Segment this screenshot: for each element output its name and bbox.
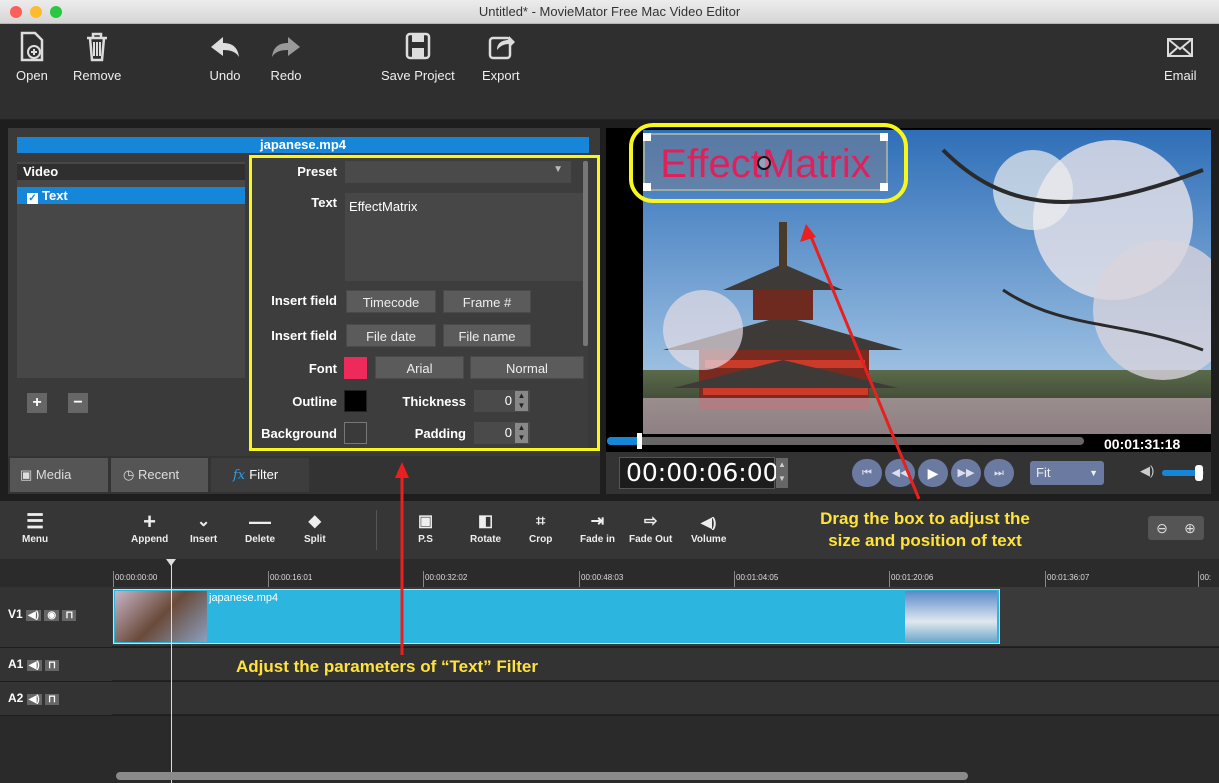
adjust-annotation: Adjust the parameters of “Text” Filter xyxy=(236,657,538,676)
annotation-arrows xyxy=(395,224,921,655)
arrow-to-textbox xyxy=(808,233,921,500)
arrowhead-icon xyxy=(395,462,409,478)
drag-annotation: Drag the box to adjust the size and posi… xyxy=(820,509,1030,550)
